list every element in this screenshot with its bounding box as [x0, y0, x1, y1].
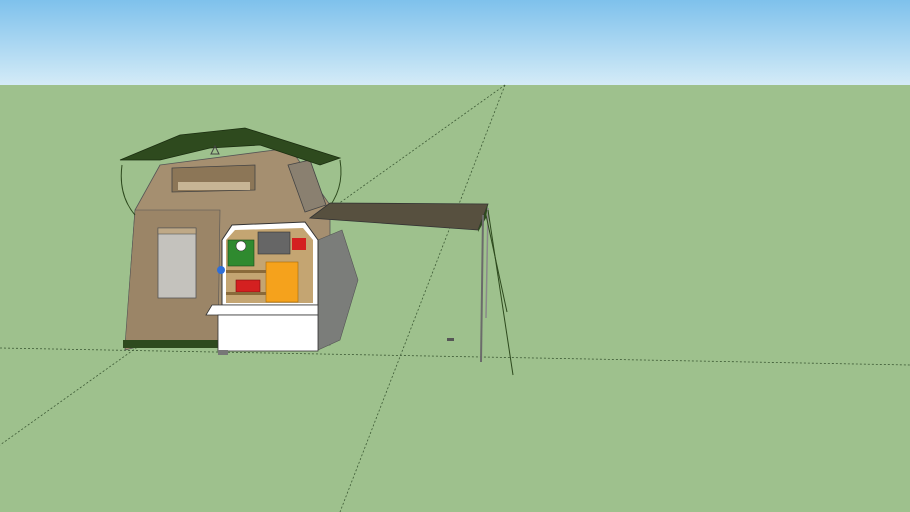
scene-canvas[interactable] [0, 0, 910, 512]
gas-bottle [217, 266, 225, 274]
cabinet-shelf-low [226, 292, 266, 295]
tent-door [157, 227, 197, 299]
storage-box-dark [257, 231, 291, 255]
trailer[interactable] [205, 221, 359, 355]
trailer-hitch [218, 350, 228, 355]
toolbox-red [235, 279, 261, 293]
cabinet-shelf [226, 270, 266, 273]
trailer-tailgate [205, 304, 319, 316]
storage-box-orange [265, 261, 299, 303]
tent-roof-window-inner [178, 182, 250, 190]
trailer-body [217, 314, 319, 352]
awning-peg [447, 338, 454, 341]
fridge-fan [235, 240, 247, 252]
3d-viewport[interactable] [0, 0, 910, 512]
toolbox-red-top [292, 238, 306, 250]
sky [0, 0, 910, 85]
tent-base-strip [123, 340, 223, 348]
tent-door-flap [157, 227, 197, 235]
